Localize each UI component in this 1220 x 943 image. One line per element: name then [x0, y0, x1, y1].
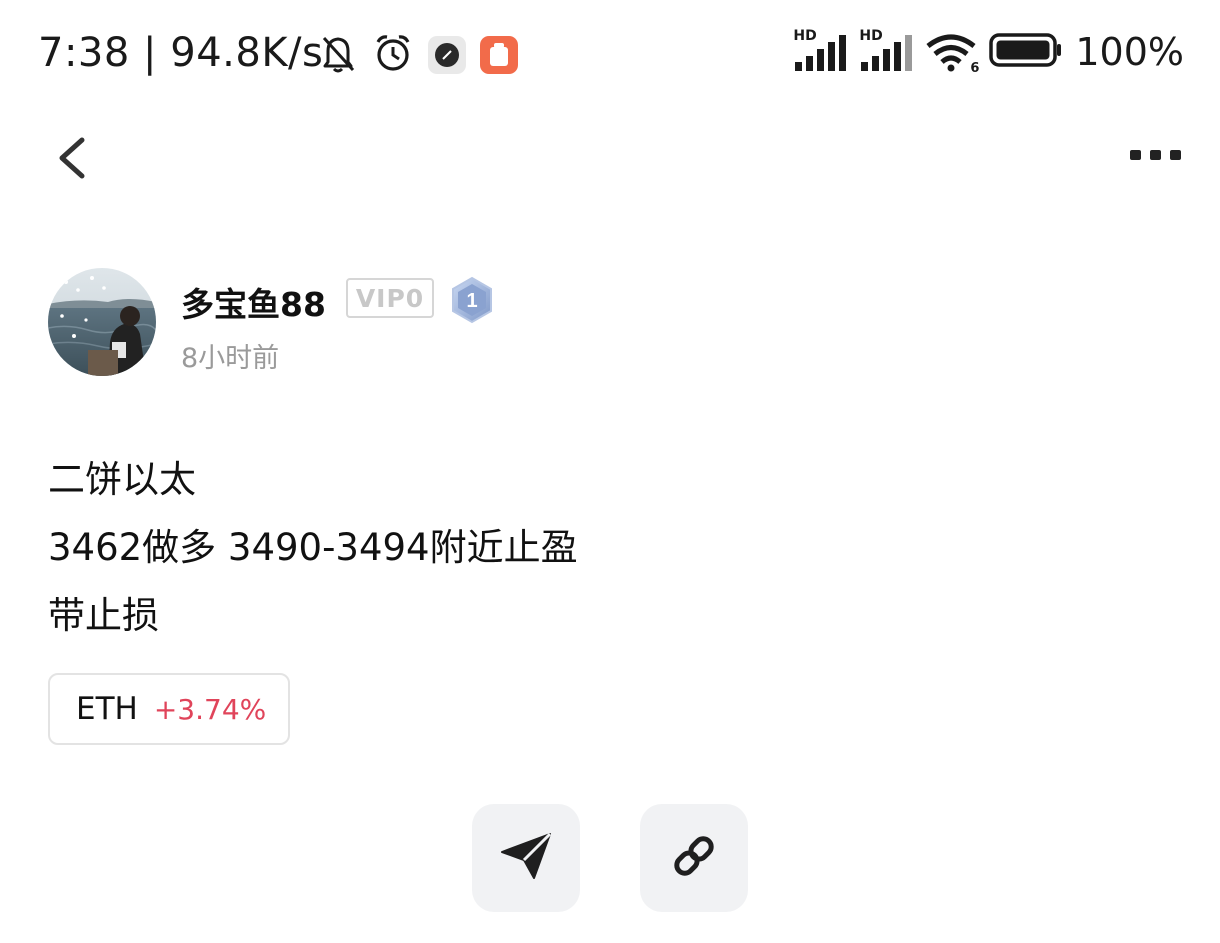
- vip-badge: VIP0: [346, 278, 434, 318]
- hd-signal-icon: HD: [859, 28, 913, 72]
- paper-plane-icon: [500, 832, 552, 884]
- status-time: 7:38: [38, 30, 130, 76]
- author-name[interactable]: 多宝鱼88: [181, 278, 326, 326]
- battery-icon: [989, 32, 1063, 72]
- level-number: 1: [466, 290, 477, 312]
- post-line: 二饼以太: [48, 458, 196, 501]
- status-system-icons: HD HD 6 100%: [793, 28, 1184, 76]
- status-bar: 7:38 | 94.8K/s HD HD 6 100%: [0, 0, 1220, 110]
- chevron-left-icon: [50, 137, 100, 190]
- coin-symbol: ETH: [76, 691, 138, 727]
- hexagon-level-icon: 1: [452, 276, 492, 324]
- status-time-speed: 7:38 | 94.8K/s: [38, 30, 323, 76]
- more-button[interactable]: [1126, 140, 1186, 170]
- post-time: 8小时前: [181, 343, 280, 374]
- level-badge: 1: [450, 276, 494, 324]
- share-button[interactable]: [472, 804, 580, 912]
- coin-tag-eth[interactable]: ETH +3.74%: [48, 673, 290, 745]
- wifi-label: 6: [970, 61, 980, 76]
- coin-change: +3.74%: [153, 692, 267, 726]
- status-separator: |: [143, 30, 171, 76]
- back-button[interactable]: [50, 130, 100, 186]
- status-net-speed: 94.8K/s: [170, 30, 324, 76]
- bell-off-icon: [318, 32, 358, 78]
- more-horizontal-icon: [1126, 150, 1186, 174]
- wifi-icon: 6: [925, 32, 979, 76]
- copy-link-button[interactable]: [640, 804, 748, 912]
- post-body: 二饼以太 3462做多 3490-3494附近止盈 带止损: [48, 446, 1168, 650]
- link-icon: [670, 832, 718, 884]
- hd-signal-icon: HD: [793, 28, 847, 72]
- status-notification-icons: [318, 32, 518, 78]
- avatar-photo: [48, 268, 156, 376]
- post-line: 带止损: [48, 594, 159, 637]
- avatar[interactable]: [48, 268, 156, 376]
- app-orange-icon: [480, 36, 518, 74]
- battery-percent: 100%: [1075, 30, 1184, 74]
- alarm-clock-icon: [372, 32, 414, 78]
- app-dark-icon: [428, 36, 466, 74]
- post-line: 3462做多 3490-3494附近止盈: [48, 526, 578, 569]
